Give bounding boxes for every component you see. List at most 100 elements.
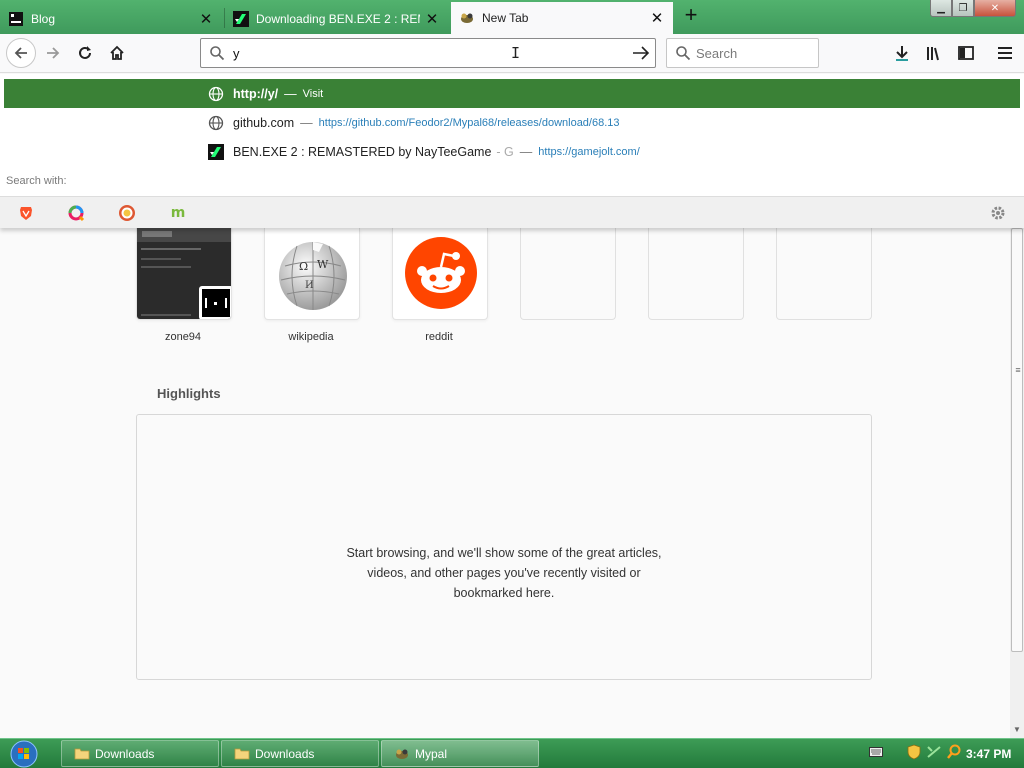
gamejolt-icon <box>208 143 224 160</box>
top-site-empty <box>520 228 616 320</box>
taskbar-item-label: Downloads <box>95 746 155 761</box>
mypal-icon <box>394 747 410 761</box>
windows-logo-icon <box>10 740 38 768</box>
top-site-reddit[interactable] <box>392 228 488 320</box>
top-site-wikipedia[interactable]: Ω W И <box>264 228 360 320</box>
home-button[interactable] <box>103 39 131 67</box>
one-off-search-engines: m <box>0 196 1024 228</box>
library-icon <box>927 47 939 61</box>
wikipedia-globe-icon: Ω W И <box>279 242 347 310</box>
shield-icon[interactable] <box>906 744 922 760</box>
search-icon <box>210 46 225 61</box>
url-bar[interactable]: I <box>200 38 656 68</box>
scrollbar-thumb[interactable]: ≡ <box>1011 228 1023 652</box>
highlights-empty-message: Start browsing, and we'll show some of t… <box>346 546 662 600</box>
scroll-down-arrow-icon[interactable]: ▼ <box>1013 725 1021 734</box>
folder-icon <box>74 747 90 761</box>
menu-button[interactable] <box>994 42 1016 64</box>
keyboard-icon[interactable] <box>868 744 884 760</box>
tab-new-tab[interactable]: New Tab ✕ <box>451 2 673 34</box>
windows-taskbar: Downloads Downloads Mypal 3:47 PM <box>0 738 1024 768</box>
mojeek-icon[interactable]: m <box>168 203 188 223</box>
url-input[interactable] <box>233 44 613 62</box>
minimize-button[interactable]: ▁ <box>930 0 952 17</box>
new-tab-page: zone94 Ω W И wikipedia reddit Highlights… <box>0 228 1010 738</box>
globe-icon <box>208 115 224 131</box>
reload-icon <box>79 46 91 59</box>
top-site-zone94[interactable] <box>136 228 232 320</box>
search-icon <box>676 46 691 61</box>
highlights-empty-box: Start browsing, and we'll show some of t… <box>136 414 872 680</box>
taskbar-item-downloads[interactable]: Downloads <box>221 740 379 767</box>
system-tray <box>868 744 966 760</box>
brave-icon[interactable] <box>16 203 36 223</box>
close-tab-icon[interactable]: ✕ <box>649 9 665 27</box>
tab-title: Downloading BEN.EXE 2 : REMASTERED <box>256 11 420 26</box>
window-controls: ▁ ❐ ✕ <box>930 0 1016 17</box>
search-settings-gear-icon[interactable] <box>988 203 1008 223</box>
url-suggestions-popup: http://y/ — Visit github.com — https://g… <box>0 74 1024 228</box>
suggestion-title-suffix: - G <box>496 144 514 159</box>
suggestion-visit-url[interactable]: http://y/ — Visit <box>4 79 1020 108</box>
sidebar-button[interactable] <box>955 42 977 64</box>
forward-button[interactable] <box>39 39 67 67</box>
globe-icon <box>208 86 224 102</box>
download-arrow-icon <box>896 46 908 61</box>
duckduckgo-icon[interactable] <box>117 203 137 223</box>
forward-arrow-icon <box>47 47 60 59</box>
top-site-empty <box>648 228 744 320</box>
top-site-label: reddit <box>425 331 453 343</box>
top-site-empty <box>776 228 872 320</box>
suggestion-url: https://github.com/Feodor2/Mypal68/relea… <box>318 116 620 129</box>
navigation-toolbar: I <box>0 34 1024 73</box>
blog-icon <box>8 11 24 27</box>
suggestion-title: github.com <box>233 115 295 130</box>
svg-text:И: И <box>305 280 314 291</box>
back-arrow-icon <box>14 47 27 59</box>
tab-blog[interactable]: Blog ✕ <box>0 3 222 34</box>
go-arrow-icon[interactable] <box>632 45 650 61</box>
downloads-button[interactable] <box>891 42 913 64</box>
highlights-heading[interactable]: Highlights <box>157 386 221 401</box>
qwant-icon[interactable] <box>66 203 86 223</box>
home-icon <box>110 45 124 60</box>
network-icon[interactable] <box>926 744 942 760</box>
reddit-icon <box>405 237 477 309</box>
search-with-label: Search with: <box>6 175 67 187</box>
reload-button[interactable] <box>71 39 99 67</box>
suggestion-github[interactable]: github.com — https://github.com/Feodor2/… <box>4 108 1020 137</box>
taskbar-item-label: Mypal <box>415 746 448 761</box>
close-tab-icon[interactable]: ✕ <box>198 10 214 28</box>
new-tab-button[interactable]: + <box>680 4 702 27</box>
suggestion-title: BEN.EXE 2 : REMASTERED by NayTeeGame <box>233 144 492 159</box>
tab-strip: Blog ✕ Downloading BEN.EXE 2 : REMASTERE… <box>0 0 1024 34</box>
close-tab-icon[interactable]: ✕ <box>424 10 440 28</box>
tab-title: Blog <box>31 11 56 26</box>
library-button[interactable] <box>923 42 945 64</box>
top-site-label: wikipedia <box>288 331 334 343</box>
gamejolt-icon <box>233 10 249 27</box>
back-button[interactable] <box>6 38 36 68</box>
taskbar-clock[interactable]: 3:47 PM <box>966 747 1011 761</box>
maximize-button[interactable]: ❐ <box>952 0 974 17</box>
top-site-label: zone94 <box>164 331 202 343</box>
suggestion-gamejolt[interactable]: BEN.EXE 2 : REMASTERED by NayTeeGame - G… <box>4 137 1020 166</box>
search-input[interactable] <box>696 45 811 62</box>
page-scrollbar[interactable]: ≡ ▼ <box>1010 228 1024 738</box>
taskbar-item-downloads[interactable]: Downloads <box>61 740 219 767</box>
svg-text:Ω: Ω <box>299 260 308 273</box>
tab-downloading[interactable]: Downloading BEN.EXE 2 : REMASTERED ✕ <box>225 3 448 34</box>
start-button[interactable] <box>5 739 43 768</box>
mypal-icon <box>459 10 475 26</box>
close-window-button[interactable]: ✕ <box>974 0 1016 17</box>
search-bar[interactable] <box>666 38 819 68</box>
suggestion-title: http://y/ <box>233 86 279 101</box>
hamburger-menu-icon <box>998 47 1012 59</box>
search-tray-icon[interactable] <box>946 744 962 760</box>
taskbar-item-label: Downloads <box>255 746 315 761</box>
text-cursor-icon: I <box>511 44 521 62</box>
folder-icon <box>234 747 250 761</box>
taskbar-item-mypal[interactable]: Mypal <box>381 740 539 767</box>
zone94-icon <box>199 286 231 319</box>
svg-text:W: W <box>317 258 329 271</box>
